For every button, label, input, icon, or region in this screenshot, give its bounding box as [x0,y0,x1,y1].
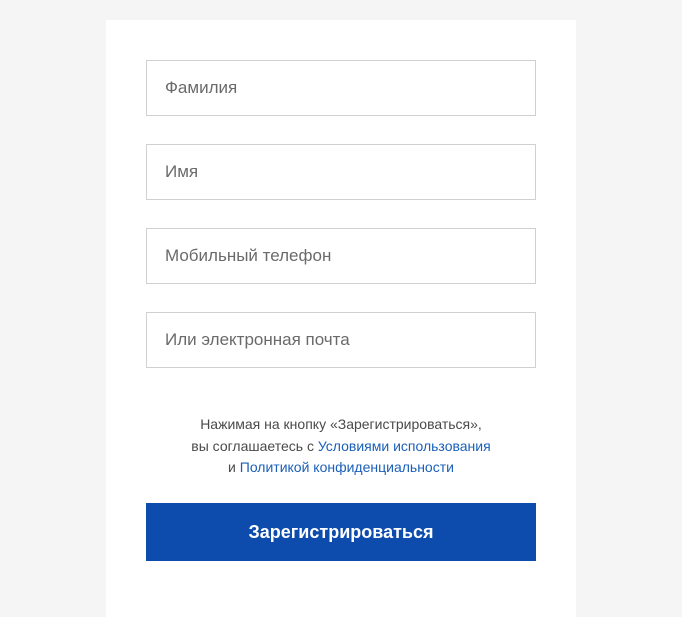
registration-form-card: Нажимая на кнопку «Зарегистрироваться», … [106,20,576,617]
name-input[interactable] [146,144,536,200]
consent-line3-prefix: и [228,459,240,475]
terms-link[interactable]: Условиями использования [318,438,491,454]
consent-line2-prefix: вы соглашаетесь с [191,438,318,454]
surname-input[interactable] [146,60,536,116]
consent-text: Нажимая на кнопку «Зарегистрироваться», … [146,414,536,479]
email-input[interactable] [146,312,536,368]
phone-input[interactable] [146,228,536,284]
privacy-link[interactable]: Политикой конфиденциальности [240,459,454,475]
consent-line1: Нажимая на кнопку «Зарегистрироваться», [200,416,482,432]
register-button[interactable]: Зарегистрироваться [146,503,536,561]
